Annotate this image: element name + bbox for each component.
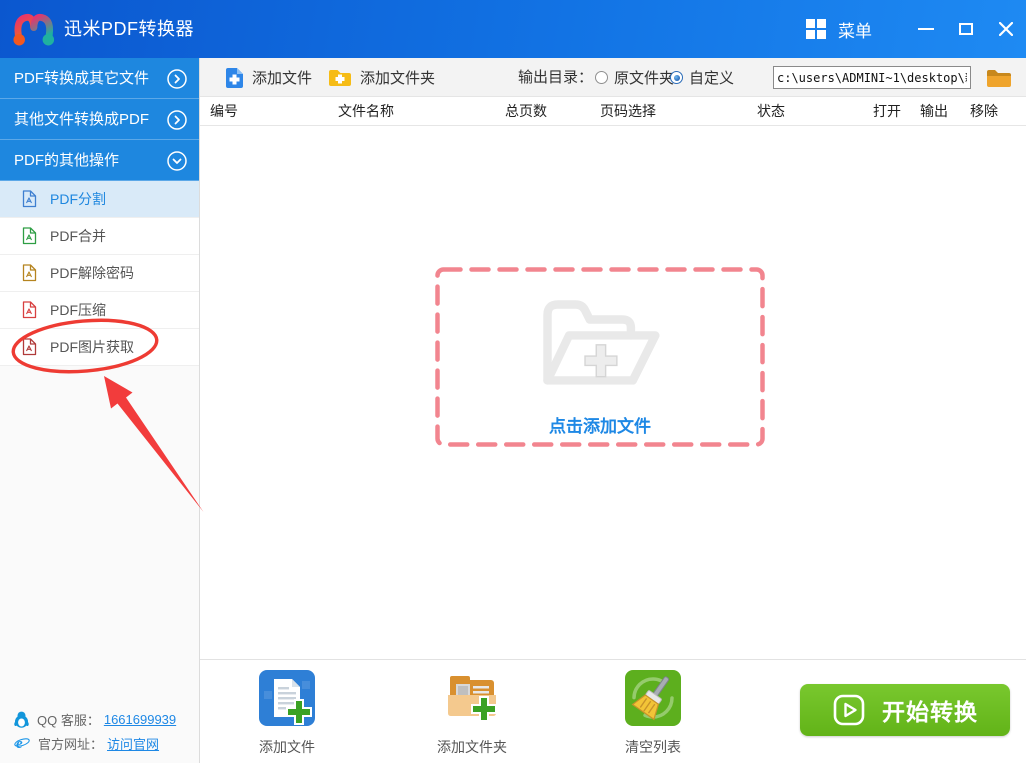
pdf-file-icon	[22, 301, 37, 319]
add-folder-big-icon	[448, 676, 497, 722]
radio-original-folder[interactable]: 原文件夹	[595, 58, 674, 97]
bottom-add-folder-button[interactable]: 添加文件夹	[412, 669, 532, 757]
radio-icon-selected	[670, 71, 683, 84]
bottom-action-bar: 添加文件 添加文件夹 清空列表 开始转换	[200, 659, 1026, 763]
website-row: e 官方网址： 访问官网	[0, 731, 200, 755]
support-info: QQ 客服： 1661699939 e 官方网址： 访问官网	[0, 707, 200, 755]
clear-list-label: 清空列表	[625, 739, 681, 755]
app-title: 迅米PDF转换器	[64, 19, 194, 39]
add-folder-icon	[329, 70, 351, 86]
qq-support-row: QQ 客服： 1661699939	[0, 707, 200, 731]
col-number: 编号	[210, 103, 238, 119]
bottom-add-file-button[interactable]: 添加文件	[227, 669, 347, 757]
radio-custom-label: 自定义	[689, 70, 735, 87]
add-folder-button[interactable]: 添加文件夹	[328, 58, 435, 97]
app-window: 迅米PDF转换器 菜单 PDF转换成其它文件 其他文件转换成PDF PDF的其他…	[0, 0, 1026, 763]
category-label: PDF转换成其它文件	[14, 70, 150, 87]
sidebar-item-pdf-merge[interactable]: PDF合并	[0, 218, 199, 255]
close-icon	[999, 22, 1013, 36]
radio-original-label: 原文件夹	[614, 70, 675, 87]
add-file-label: 添加文件	[252, 70, 313, 87]
start-convert-button[interactable]: 开始转换	[800, 684, 1010, 736]
play-icon	[833, 694, 865, 726]
folder-browse-icon	[987, 69, 1011, 87]
chevron-down-circle-icon	[167, 151, 187, 171]
sidebar-item-pdf-remove-password[interactable]: PDF解除密码	[0, 255, 199, 292]
toolbar: 添加文件 添加文件夹 输出目录： 原文件夹 自定义	[200, 58, 1026, 97]
file-table-header: 编号 文件名称 总页数 页码选择 状态 打开 输出 移除	[200, 97, 1026, 126]
qq-icon	[14, 711, 29, 728]
radio-custom-folder[interactable]: 自定义	[670, 58, 734, 97]
col-total-pages: 总页数	[505, 103, 547, 119]
app-logo-icon	[13, 13, 55, 46]
col-status: 状态	[757, 103, 785, 119]
col-filename: 文件名称	[338, 103, 394, 119]
sidebar-category-other-to-pdf[interactable]: 其他文件转换成PDF	[0, 99, 199, 140]
sidebar-item-label: PDF合并	[50, 228, 106, 244]
sidebar: PDF转换成其它文件 其他文件转换成PDF PDF的其他操作 PDF分割 PDF…	[0, 58, 200, 763]
category-label: 其他文件转换成PDF	[14, 111, 150, 128]
official-site-link[interactable]: 访问官网	[107, 734, 159, 753]
grid-menu-icon	[806, 19, 826, 39]
clear-list-broom-icon	[625, 670, 681, 726]
sidebar-item-label: PDF分割	[50, 191, 106, 207]
sidebar-category-pdf-other-ops[interactable]: PDF的其他操作	[0, 140, 199, 181]
col-remove: 移除	[970, 103, 998, 119]
ie-browser-icon: e	[14, 736, 30, 751]
sidebar-item-pdf-extract-images[interactable]: PDF图片获取	[0, 329, 199, 366]
open-folder-plus-icon	[543, 300, 660, 385]
main-panel: 添加文件 添加文件夹 输出目录： 原文件夹 自定义 c:\users\ADMIN…	[200, 58, 1026, 763]
pdf-file-icon	[22, 264, 37, 282]
sidebar-item-label: PDF图片获取	[50, 339, 134, 355]
sidebar-item-pdf-compress[interactable]: PDF压缩	[0, 292, 199, 329]
sidebar-item-label: PDF解除密码	[50, 265, 134, 281]
sidebar-category-pdf-to-other[interactable]: PDF转换成其它文件	[0, 58, 199, 99]
maximize-icon	[959, 23, 973, 35]
col-output: 输出	[920, 103, 948, 119]
output-path-input[interactable]	[773, 66, 971, 89]
titlebar: 迅米PDF转换器 菜单	[0, 0, 1026, 58]
minimize-icon	[918, 28, 934, 30]
col-page-select: 页码选择	[600, 103, 656, 119]
chevron-right-circle-icon	[167, 69, 187, 89]
dropzone-add-files[interactable]: 点击添加文件	[435, 267, 765, 447]
pdf-file-icon	[22, 338, 37, 356]
bottom-add-folder-label: 添加文件夹	[437, 739, 507, 755]
qq-support-label: QQ 客服：	[37, 712, 100, 728]
add-file-button[interactable]: 添加文件	[225, 58, 312, 97]
browse-folder-button[interactable]	[983, 66, 1013, 90]
close-button[interactable]	[989, 0, 1023, 58]
add-file-icon	[226, 68, 243, 88]
start-convert-label: 开始转换	[882, 699, 978, 725]
output-dir-label: 输出目录：	[518, 69, 594, 86]
menu-label: 菜单	[838, 21, 872, 41]
sidebar-item-label: PDF压缩	[50, 302, 106, 318]
add-folder-label: 添加文件夹	[360, 70, 436, 87]
pdf-file-icon	[22, 190, 37, 208]
sidebar-item-pdf-split[interactable]: PDF分割	[0, 181, 199, 218]
clear-list-button[interactable]: 清空列表	[593, 669, 713, 757]
maximize-button[interactable]	[949, 0, 983, 58]
dropzone-label: 点击添加文件	[549, 417, 651, 436]
minimize-button[interactable]	[909, 0, 943, 58]
website-label: 官方网址：	[38, 736, 104, 752]
category-label: PDF的其他操作	[14, 152, 120, 169]
chevron-right-circle-icon	[167, 110, 187, 130]
svg-text:e: e	[16, 736, 23, 751]
pdf-file-icon	[22, 227, 37, 245]
menu-button[interactable]: 菜单	[804, 0, 872, 58]
qq-number-link[interactable]: 1661699939	[104, 712, 176, 727]
col-open: 打开	[873, 103, 901, 119]
radio-icon-unselected	[595, 71, 608, 84]
add-file-big-icon	[259, 670, 315, 726]
bottom-add-file-label: 添加文件	[259, 739, 315, 755]
